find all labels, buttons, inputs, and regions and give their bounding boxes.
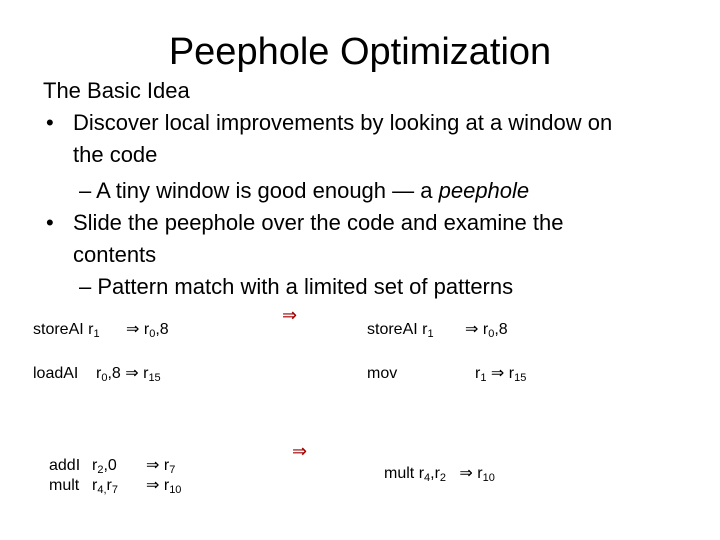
operand-subscript: 7 bbox=[111, 484, 118, 496]
transform-arrow-icon: ⇒ bbox=[282, 305, 298, 325]
opcode: mov bbox=[367, 365, 398, 382]
example-2-after-line-1: mult r4,r2 ⇒ r10 bbox=[384, 464, 495, 484]
example-1-before-line-1-target: ⇒ r0,8 bbox=[126, 320, 169, 340]
operand-subscript: 4, bbox=[97, 484, 107, 496]
operand-suffix: ,8 bbox=[494, 321, 508, 338]
operand-subscript: 7 bbox=[169, 464, 176, 476]
operand-suffix: ,0 bbox=[103, 457, 117, 474]
transform-arrow-icon: ⇒ bbox=[292, 441, 308, 461]
opcode: mult bbox=[384, 465, 415, 482]
bullet-2-text: Slide the peephole over the code and exa… bbox=[73, 210, 564, 235]
opcode: storeAI bbox=[33, 321, 84, 338]
example-2-before-line-2: mult bbox=[49, 476, 79, 496]
example-2-before-line-2-operands: r4,r7 bbox=[92, 476, 118, 496]
operand-subscript: 10 bbox=[169, 484, 182, 496]
arrow-icon: ⇒ bbox=[146, 457, 160, 474]
example-2-before-line-1-target: ⇒ r7 bbox=[146, 456, 175, 476]
arrow-icon: ⇒ bbox=[146, 477, 160, 494]
arrow-icon: ⇒ bbox=[459, 465, 473, 482]
example-1-after-line-2-operands: r1 ⇒ r15 bbox=[475, 364, 526, 384]
arrow-icon: ⇒ bbox=[490, 365, 505, 382]
opcode: mult bbox=[49, 477, 80, 494]
section-heading: The Basic Idea bbox=[43, 78, 190, 103]
bullet-2-continuation: contents bbox=[73, 242, 157, 267]
operand-subscript: 2 bbox=[439, 472, 447, 484]
bullet-1-continuation: the code bbox=[73, 142, 158, 167]
opcode: loadAI bbox=[33, 365, 79, 382]
dash-marker: – bbox=[79, 274, 92, 299]
opcode: addI bbox=[49, 457, 81, 474]
example-1-before-line-2-operands: r0,8 ⇒ r15 bbox=[96, 364, 161, 384]
example-2-before-line-2-target: ⇒ r10 bbox=[146, 476, 181, 496]
bullet-2: • Slide the peephole over the code and ex… bbox=[43, 210, 563, 236]
operand-subscript: 1 bbox=[480, 372, 487, 384]
arrow-icon: ⇒ bbox=[125, 365, 139, 382]
example-1-before-line-2: loadAI bbox=[33, 364, 78, 384]
example-2-before-line-1: addI bbox=[49, 456, 80, 476]
operand: ,r bbox=[430, 465, 440, 482]
operand-subscript: 1 bbox=[427, 328, 434, 340]
sub-bullet-1-text: A tiny window is good enough — a bbox=[96, 178, 439, 203]
example-1-after-line-1-target: ⇒ r0,8 bbox=[465, 320, 508, 340]
operand-subscript: 15 bbox=[148, 372, 161, 384]
example-1-after-line-1: storeAI r1 bbox=[367, 320, 434, 340]
operand-suffix: ,8 bbox=[155, 321, 169, 338]
operand-subscript: 1 bbox=[93, 328, 100, 340]
slide-title: Peephole Optimization bbox=[168, 31, 552, 73]
arrow-icon: ⇒ bbox=[465, 321, 479, 338]
operand-subscript: 10 bbox=[482, 472, 495, 484]
example-1-after-line-2: mov bbox=[367, 364, 397, 384]
opcode: storeAI bbox=[367, 321, 418, 338]
example-2-before-line-1-operands: r2,0 bbox=[92, 456, 117, 476]
operand-subscript: 15 bbox=[514, 372, 527, 384]
emphasis-peephole: peephole bbox=[438, 178, 530, 203]
dash-marker: – bbox=[79, 178, 92, 203]
example-1-before-line-1: storeAI r1 bbox=[33, 320, 100, 340]
sub-bullet-2-text: Pattern match with a limited set of patt… bbox=[97, 274, 514, 299]
bullet-marker: • bbox=[46, 110, 54, 135]
arrow-icon: ⇒ bbox=[126, 321, 140, 338]
sub-bullet-1: – A tiny window is good enough — a peeph… bbox=[79, 178, 529, 204]
bullet-1-text: Discover local improvements by looking a… bbox=[73, 110, 613, 135]
sub-bullet-2: – Pattern match with a limited set of pa… bbox=[79, 274, 513, 300]
operand-suffix: ,8 bbox=[107, 365, 121, 382]
bullet-marker: • bbox=[46, 210, 54, 235]
bullet-1: • Discover local improvements by looking … bbox=[43, 110, 612, 136]
